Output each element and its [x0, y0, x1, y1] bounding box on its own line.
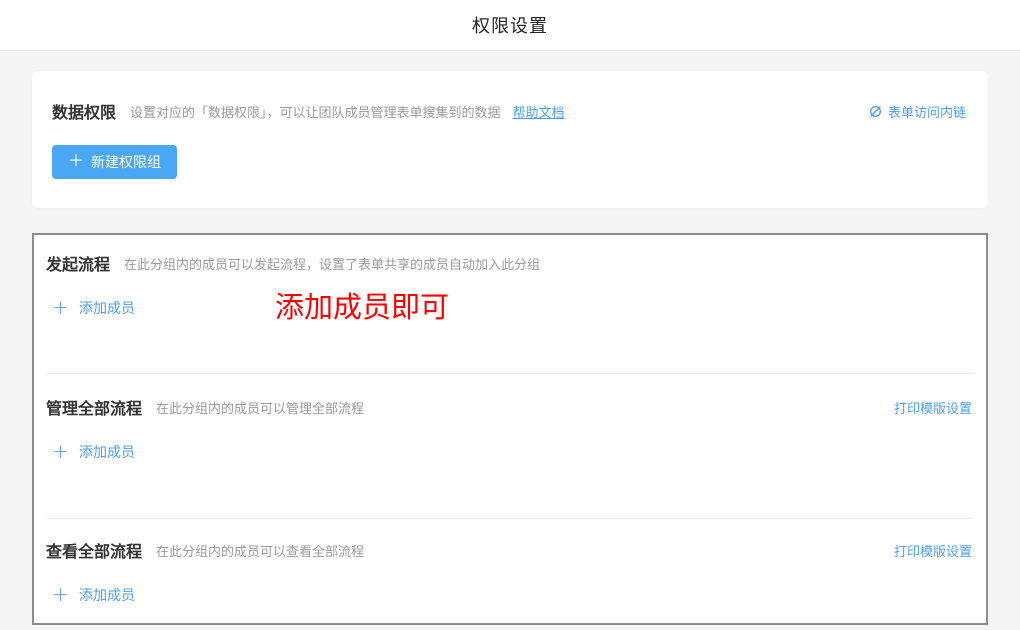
data-permission-card: 数据权限 设置对应的「数据权限」，可以让团队成员管理表单搜集到的数据 帮助文档 … — [32, 71, 988, 208]
annotation-text: 添加成员即可 — [275, 294, 449, 323]
group-actions: ＋ 添加成员 — [46, 579, 972, 611]
add-member-link[interactable]: ＋ 添加成员 — [52, 585, 135, 605]
add-member-link[interactable]: ＋ 添加成员 — [52, 442, 135, 462]
print-template-settings-link[interactable]: 打印模版设置 — [894, 541, 972, 560]
card-description: 设置对应的「数据权限」，可以让团队成员管理表单搜集到的数据 — [130, 102, 501, 121]
group-title: 查看全部流程 — [46, 538, 142, 562]
add-member-link[interactable]: ＋ 添加成员 — [52, 298, 135, 318]
plus-icon: ＋ — [52, 300, 69, 317]
group-description: 在此分组内的成员可以查看全部流程 — [156, 541, 364, 560]
plus-icon: ＋ — [68, 154, 84, 170]
group-head: 查看全部流程 在此分组内的成员可以查看全部流程 打印模版设置 — [46, 538, 972, 562]
link-icon — [868, 104, 883, 119]
group-section-manage-all-flows: 管理全部流程 在此分组内的成员可以管理全部流程 打印模版设置 ＋ 添加成员 — [34, 374, 986, 518]
new-permission-group-button-label: 新建权限组 — [91, 152, 161, 172]
add-member-label: 添加成员 — [79, 585, 135, 605]
group-title: 管理全部流程 — [46, 395, 142, 419]
help-doc-link[interactable]: 帮助文档 — [513, 102, 565, 121]
group-actions: ＋ 添加成员 — [46, 436, 972, 468]
group-description: 在此分组内的成员可以发起流程，设置了表单共享的成员自动加入此分组 — [124, 254, 540, 273]
plus-icon: ＋ — [52, 587, 69, 604]
data-permission-card-head: 数据权限 设置对应的「数据权限」，可以让团队成员管理表单搜集到的数据 帮助文档 … — [52, 99, 966, 123]
form-access-link-label: 表单访问内链 — [888, 102, 966, 121]
group-title: 发起流程 — [46, 251, 110, 275]
group-section-initiate-flow: 发起流程 在此分组内的成员可以发起流程，设置了表单共享的成员自动加入此分组 ＋ … — [34, 235, 986, 373]
main-content: 数据权限 设置对应的「数据权限」，可以让团队成员管理表单搜集到的数据 帮助文档 … — [0, 71, 1020, 625]
add-member-label: 添加成员 — [79, 442, 135, 462]
permission-groups-panel: 发起流程 在此分组内的成员可以发起流程，设置了表单共享的成员自动加入此分组 ＋ … — [32, 233, 988, 625]
group-head: 发起流程 在此分组内的成员可以发起流程，设置了表单共享的成员自动加入此分组 — [46, 251, 972, 275]
print-template-settings-link[interactable]: 打印模版设置 — [894, 398, 972, 417]
add-member-label: 添加成员 — [79, 298, 135, 318]
card-title: 数据权限 — [52, 99, 116, 123]
group-actions: ＋ 添加成员 添加成员即可 — [46, 292, 972, 324]
plus-icon: ＋ — [52, 444, 69, 461]
group-section-view-all-flows: 查看全部流程 在此分组内的成员可以查看全部流程 打印模版设置 ＋ 添加成员 — [34, 519, 986, 623]
group-head: 管理全部流程 在此分组内的成员可以管理全部流程 打印模版设置 — [46, 395, 972, 419]
group-description: 在此分组内的成员可以管理全部流程 — [156, 398, 364, 417]
new-permission-group-button[interactable]: ＋ 新建权限组 — [52, 145, 177, 179]
page-header: 权限设置 — [0, 0, 1020, 51]
page-title: 权限设置 — [472, 12, 548, 38]
form-access-link[interactable]: 表单访问内链 — [868, 102, 966, 121]
